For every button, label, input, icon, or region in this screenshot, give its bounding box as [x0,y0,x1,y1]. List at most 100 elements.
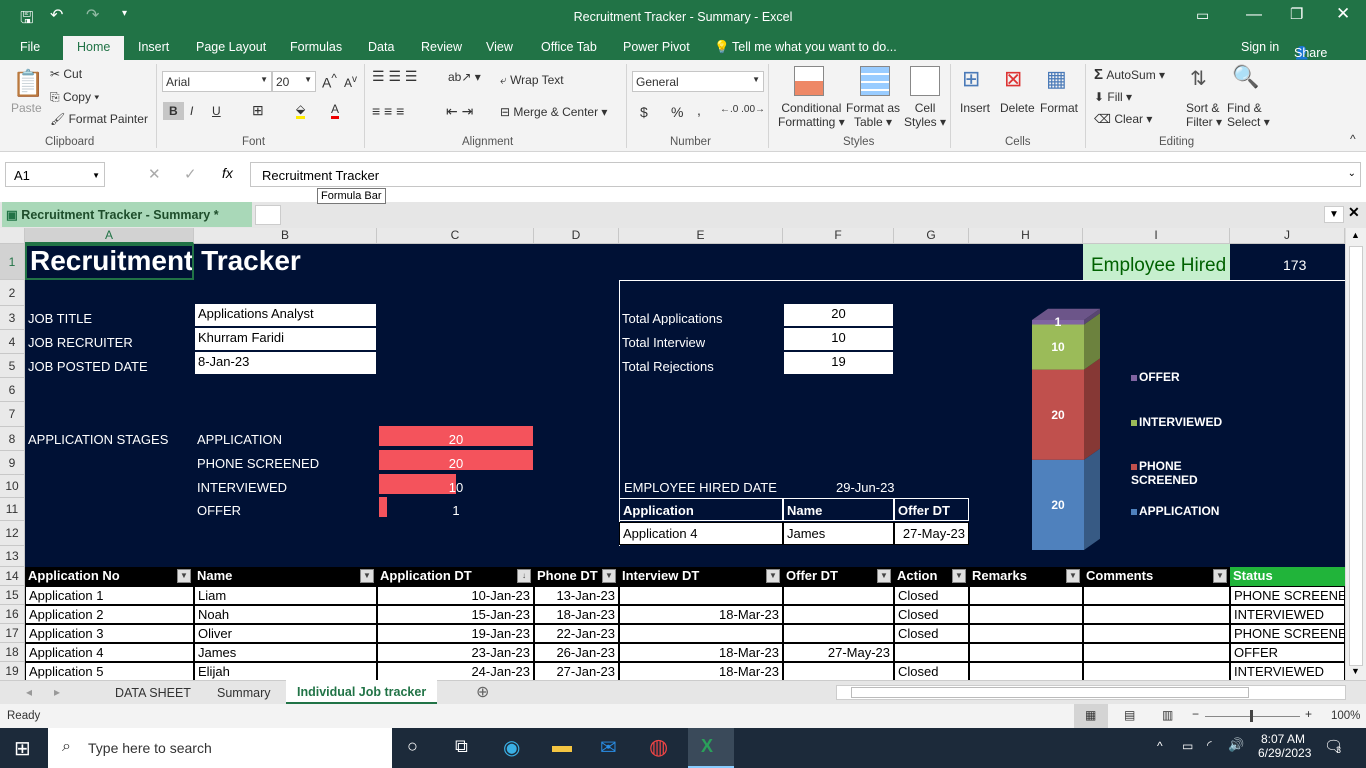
active-cell-a1[interactable] [25,244,194,280]
zoom-in-button[interactable]: + [1305,707,1312,721]
tab-file[interactable]: File [20,40,40,54]
align-top-icon[interactable]: ☰ ☰ ☰ [372,68,417,85]
filter-dropdown-icon[interactable]: ▼ [360,569,374,583]
align-left-icon[interactable]: ≡ ≡ ≡ [372,103,404,119]
table-cell[interactable]: 19-Jan-23 [377,624,534,643]
table-cell[interactable]: 27-May-23 [783,643,894,662]
row-header-15[interactable]: 15 [0,586,25,605]
expand-icon[interactable]: ⌄ [1348,168,1356,179]
table-cell[interactable]: 26-Jan-23 [534,643,619,662]
restore-button[interactable]: ❐ [1290,5,1303,23]
table-cell[interactable]: 15-Jan-23 [377,605,534,624]
number-format-select[interactable]: General ▼ [632,71,764,92]
table-cell[interactable]: 18-Jan-23 [534,605,619,624]
percent-button[interactable]: % [671,104,683,120]
comma-button[interactable]: , [697,102,701,118]
table-cell[interactable]: 18-Mar-23 [619,662,783,680]
sign-in-link[interactable]: Sign in [1241,40,1279,54]
ribbon-display-icon[interactable]: ▭ [1196,7,1209,24]
row-header-3[interactable]: 3 [0,306,25,330]
new-tab-button[interactable] [255,205,281,225]
table-cell[interactable]: Oliver [194,624,377,643]
minimize-button[interactable]: — [1246,6,1262,24]
sheet-tab-data-sheet[interactable]: DATA SHEET [115,686,191,700]
row-header-11[interactable]: 11 [0,498,25,521]
decrease-font-icon[interactable]: Av [344,74,357,90]
copy-button[interactable]: ⎘ Copy ▾ [50,90,99,105]
scroll-thumb[interactable] [1349,246,1363,666]
conditional-formatting-button[interactable]: Conditional Formatting ▾ [778,101,845,129]
table-cell[interactable]: Closed [894,586,969,605]
row-header-9[interactable]: 9 [0,451,25,475]
row-header-6[interactable]: 6 [0,378,25,402]
scroll-down-icon[interactable]: ▼ [1351,666,1360,676]
row-header-12[interactable]: 12 [0,521,25,546]
select-all-corner[interactable] [0,228,25,244]
bold-button[interactable]: B [163,102,184,120]
battery-icon[interactable]: ▭ [1182,739,1193,753]
column-header-e[interactable]: E [619,228,783,244]
close-workbook-icon[interactable]: ✕ [1348,204,1360,221]
delete-cells-button[interactable]: Delete [1000,101,1035,115]
row-header-8[interactable]: 8 [0,427,25,451]
excel-taskbar-button[interactable]: X [688,728,734,768]
tray-chevron-icon[interactable]: ^ [1157,739,1163,753]
tell-me-input[interactable]: Tell me what you want to do... [732,40,897,54]
underline-button[interactable]: U [212,104,221,118]
tab-view[interactable]: View [486,40,513,54]
field-posted[interactable]: 8-Jan-23 [195,352,376,374]
column-header-i[interactable]: I [1083,228,1230,244]
tab-page-layout[interactable]: Page Layout [196,40,266,54]
filter-dropdown-icon[interactable]: ▼ [1066,569,1080,583]
increase-font-icon[interactable]: A^ [322,72,337,91]
chrome-icon[interactable]: ◍ [649,734,668,760]
indent-icon[interactable]: ⇤ ⇥ [446,103,473,120]
row-header-1[interactable]: 1 [0,244,25,280]
column-header-a[interactable]: A [25,228,194,244]
tab-list-icon[interactable]: ▼ [1324,206,1344,223]
fill-color-icon[interactable]: ⬙ [296,102,306,119]
clear-button[interactable]: ⌫ Clear ▾ [1094,112,1152,126]
filter-dropdown-icon[interactable]: ▼ [177,569,191,583]
field-job-title[interactable]: Applications Analyst [195,304,376,326]
row-header-10[interactable]: 10 [0,475,25,498]
name-box[interactable]: A1 ▼ [5,162,105,187]
format-cells-button[interactable]: Format [1040,101,1078,115]
table-cell[interactable]: INTERVIEWED [1230,662,1345,680]
taskbar-search[interactable]: ⌕ Type here to search [48,728,392,768]
tab-home[interactable]: Home [63,36,125,60]
customize-toolbar-icon[interactable]: ▾ [122,8,127,19]
table-cell[interactable]: Application 3 [25,624,194,643]
clock[interactable]: 8:07 AM 6/29/2023 [1258,732,1311,760]
insert-function-icon[interactable]: fx [222,165,233,181]
file-explorer-icon[interactable]: ▬ [552,735,572,758]
table-cell[interactable] [969,662,1083,680]
table-cell[interactable]: PHONE SCREENED [1230,624,1345,643]
wifi-icon[interactable]: ◜ [1207,738,1212,752]
table-cell[interactable] [783,605,894,624]
table-cell[interactable] [783,624,894,643]
column-header-d[interactable]: D [534,228,619,244]
table-cell[interactable] [783,662,894,680]
sort-filter-button[interactable]: Sort & Filter ▾ [1186,101,1222,129]
scroll-up-icon[interactable]: ▲ [1351,230,1360,240]
table-cell[interactable] [619,624,783,643]
font-name-select[interactable]: Arial ▼ [162,71,272,92]
undo-icon[interactable]: ↶ [50,5,63,25]
row-header-5[interactable]: 5 [0,354,25,378]
table-cell[interactable] [894,643,969,662]
table-cell[interactable] [619,586,783,605]
table-cell[interactable] [969,624,1083,643]
redo-icon[interactable]: ↷ [86,5,99,25]
table-cell[interactable]: Application 1 [25,586,194,605]
scroll-thumb[interactable] [851,687,1249,698]
table-cell[interactable]: 10-Jan-23 [377,586,534,605]
table-cell[interactable]: 22-Jan-23 [534,624,619,643]
add-sheet-icon[interactable]: ⊕ [476,682,489,702]
column-header-b[interactable]: B [194,228,377,244]
insert-cells-button[interactable]: Insert [960,101,990,115]
horizontal-scrollbar[interactable] [836,685,1346,700]
table-cell[interactable]: Application 5 [25,662,194,680]
collapse-ribbon-icon[interactable]: ^ [1350,132,1356,146]
table-cell[interactable]: PHONE SCREENED [1230,586,1345,605]
